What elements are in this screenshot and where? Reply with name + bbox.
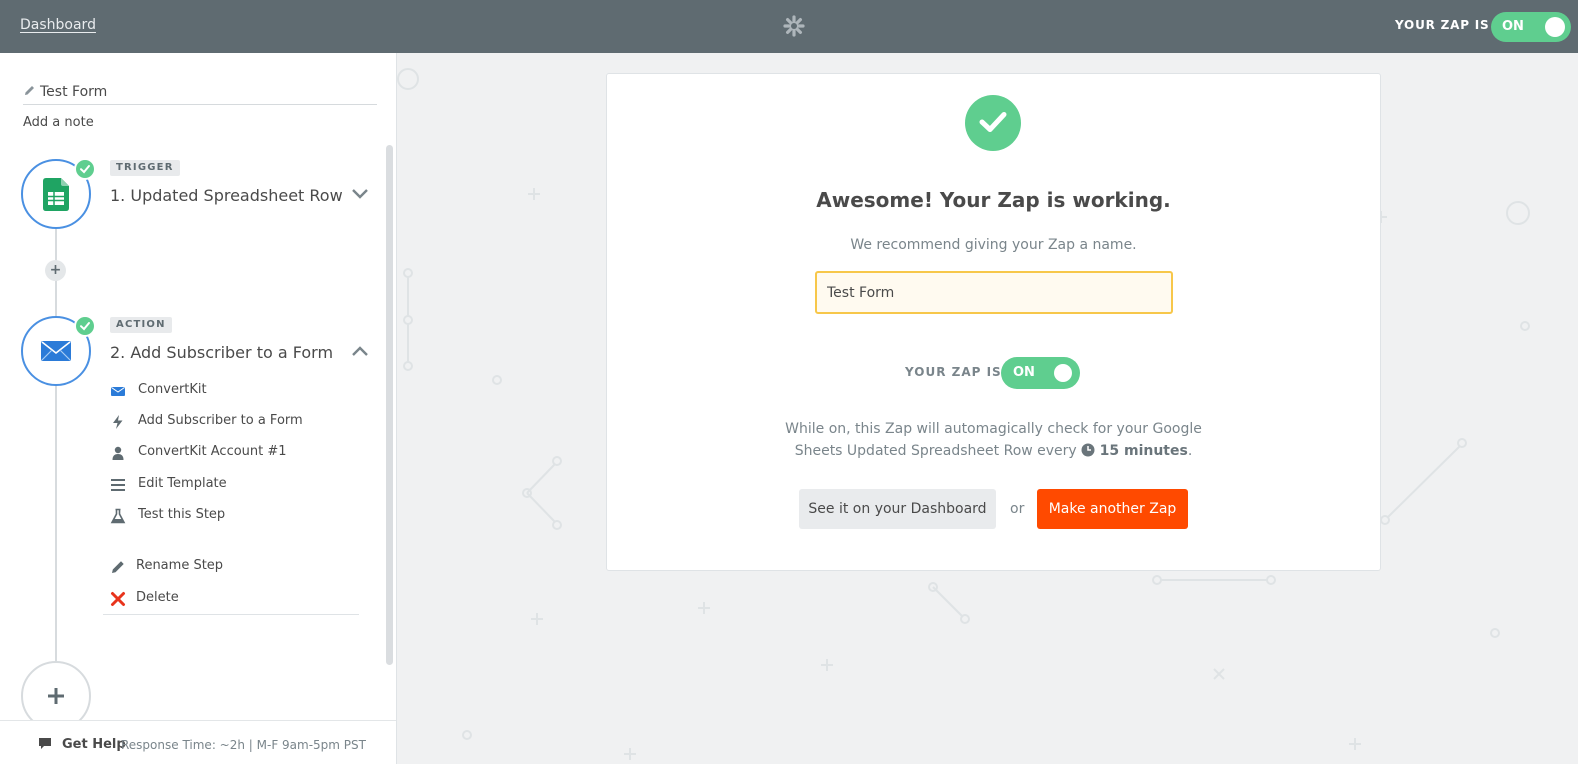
zap-status-label: YOUR ZAP IS — [905, 365, 1002, 379]
toggle-knob — [1054, 364, 1072, 382]
dashboard-link[interactable]: Dashboard — [20, 17, 96, 33]
success-card: Awesome! Your Zap is working. We recomme… — [606, 73, 1381, 571]
divider — [103, 614, 359, 615]
step-detail-label: ConvertKit — [138, 382, 207, 397]
recommend-name-text: We recommend giving your Zap a name. — [850, 237, 1137, 253]
top-bar: Dashboard YOUR ZAP IS ON — [0, 0, 1578, 53]
check-icon — [80, 322, 90, 331]
step-detail-label: ConvertKit Account #1 — [138, 444, 287, 459]
pencil-icon — [25, 86, 34, 95]
check-icon — [80, 165, 90, 174]
help-bar: Get Help Response Time: ~2h | M-F 9am-5p… — [0, 720, 396, 764]
success-check-icon — [965, 95, 1021, 151]
step-type-tag: TRIGGER — [110, 160, 180, 176]
chevron-up-icon[interactable] — [351, 345, 369, 357]
success-headline: Awesome! Your Zap is working. — [816, 188, 1171, 212]
zap-name-input[interactable] — [815, 271, 1173, 314]
response-time-text: Response Time: ~2h | M-F 9am-5pm PST — [121, 738, 366, 752]
step-detail-label: Test this Step — [138, 507, 226, 522]
zapier-logo-icon — [783, 15, 805, 37]
add-note-link[interactable]: Add a note — [23, 115, 94, 130]
or-text: or — [1010, 501, 1025, 517]
pencil-icon — [112, 561, 124, 573]
flask-icon — [110, 508, 126, 524]
step-action-label: Delete — [136, 590, 179, 605]
make-another-zap-button[interactable]: Make another Zap — [1037, 489, 1188, 529]
user-icon — [112, 446, 124, 460]
toggle-label: ON — [1013, 365, 1035, 380]
sidebar-scrollbar[interactable] — [386, 145, 393, 665]
get-help-link[interactable]: Get Help — [62, 737, 126, 752]
zap-name-value: Test Form — [40, 84, 108, 100]
insert-step-button[interactable]: + — [45, 260, 66, 281]
google-sheets-icon — [43, 178, 69, 211]
step-action-label: Rename Step — [136, 558, 224, 573]
step-complete-badge — [74, 158, 96, 180]
step-complete-badge — [74, 315, 96, 337]
zap-on-toggle[interactable]: ON — [1001, 357, 1080, 389]
zap-status-label: YOUR ZAP IS — [1395, 18, 1490, 32]
step-detail-label: Add Subscriber to a Form — [138, 413, 303, 428]
description-suffix: . — [1187, 443, 1193, 459]
zap-name-field[interactable]: Test Form — [23, 81, 377, 105]
chat-bubble-icon — [39, 738, 51, 749]
zap-on-toggle[interactable]: ON — [1491, 12, 1571, 42]
convertkit-icon — [111, 387, 125, 396]
description-line: While on, this Zap will automagically ch… — [785, 421, 1202, 437]
convertkit-icon — [41, 341, 71, 361]
chevron-down-icon[interactable] — [351, 188, 369, 200]
step-title[interactable]: 1. Updated Spreadsheet Row — [110, 186, 343, 205]
toggle-knob — [1545, 17, 1565, 37]
see-dashboard-button[interactable]: See it on your Dashboard — [799, 489, 996, 529]
step-detail-label: Edit Template — [138, 476, 227, 491]
plus-icon — [48, 688, 64, 704]
toggle-label: ON — [1502, 19, 1524, 34]
description-line: Sheets Updated Spreadsheet Row every — [794, 443, 1077, 459]
timeline-line — [55, 385, 57, 662]
clock-icon — [1081, 443, 1095, 457]
delete-x-icon — [111, 592, 125, 606]
editor-sidebar: Test Form Add a note TRIGGER 1. Updated … — [0, 53, 397, 764]
zap-description: While on, this Zap will automagically ch… — [607, 418, 1380, 462]
bolt-icon — [113, 415, 123, 429]
poll-interval: 15 minutes — [1099, 443, 1188, 459]
step-type-tag: ACTION — [110, 317, 172, 333]
step-title[interactable]: 2. Add Subscriber to a Form — [110, 343, 333, 362]
list-icon — [111, 479, 125, 491]
